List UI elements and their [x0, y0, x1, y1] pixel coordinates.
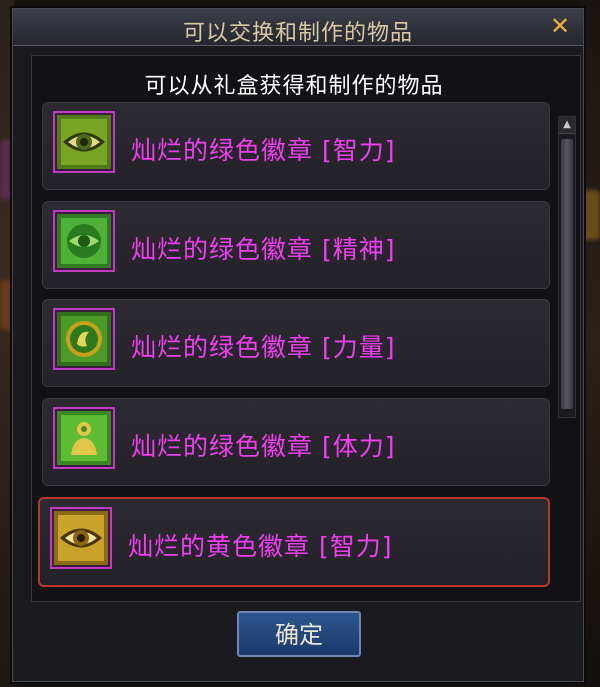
yellow-eye-emblem-icon — [54, 511, 108, 565]
exchange-window: 可以交换和制作的物品 ✕ 可以从礼盒获得和制作的物品 灿烂的绿色徽章 [智力] … — [12, 8, 584, 682]
item-icon-frame — [53, 407, 115, 469]
title-bar: 可以交换和制作的物品 ✕ — [13, 9, 583, 46]
green-strength-emblem-icon — [57, 312, 111, 366]
window-title: 可以交换和制作的物品 — [182, 21, 413, 46]
green-eye-emblem-icon — [57, 115, 111, 169]
background-blur-mark — [582, 190, 600, 240]
scrollbar[interactable]: ▲ — [558, 116, 576, 418]
item-label: 灿烂的绿色徽章 [精神] — [131, 235, 396, 264]
list-item-selected[interactable]: 灿烂的黄色徽章 [智力] — [38, 497, 550, 587]
item-label: 灿烂的绿色徽章 [智力] — [131, 136, 396, 165]
list-item[interactable]: 灿烂的绿色徽章 [力量] — [42, 299, 550, 387]
items-panel: 可以从礼盒获得和制作的物品 灿烂的绿色徽章 [智力] 灿烂的绿色徽章 [精神] … — [31, 55, 581, 602]
list-item[interactable]: 灿烂的绿色徽章 [精神] — [42, 201, 550, 289]
scroll-thumb[interactable] — [561, 139, 573, 409]
green-spirit-emblem-icon — [57, 214, 111, 268]
list-item[interactable]: 灿烂的绿色徽章 [智力] — [42, 102, 550, 190]
item-icon-frame — [50, 507, 112, 569]
item-label: 灿烂的黄色徽章 [智力] — [128, 532, 393, 561]
item-label: 灿烂的绿色徽章 [力量] — [131, 333, 396, 362]
item-icon-frame — [53, 308, 115, 370]
list-item[interactable]: 灿烂的绿色徽章 [体力] — [42, 398, 550, 486]
item-label: 灿烂的绿色徽章 [体力] — [131, 432, 396, 461]
panel-subtitle: 可以从礼盒获得和制作的物品 — [144, 74, 444, 99]
scroll-up-button[interactable]: ▲ — [559, 117, 575, 134]
confirm-button[interactable]: 确定 — [237, 611, 361, 657]
green-stamina-emblem-icon — [57, 411, 111, 465]
close-button[interactable]: ✕ — [547, 13, 573, 39]
item-icon-frame — [53, 111, 115, 173]
item-icon-frame — [53, 210, 115, 272]
